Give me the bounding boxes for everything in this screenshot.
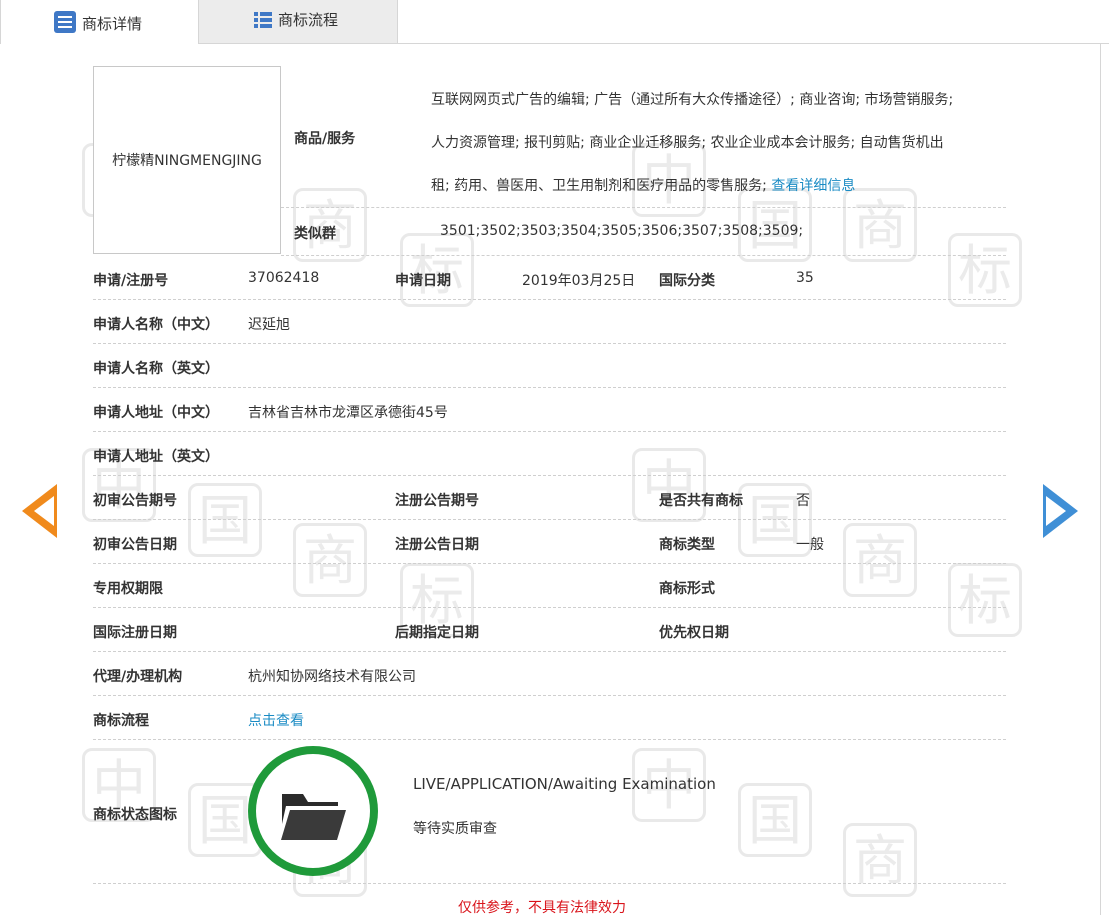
- goods-value: 互联网网页式广告的编辑; 广告（通过所有大众传播途径）; 商业咨询; 市场营销服…: [431, 79, 1011, 208]
- address-cn-value: 吉林省吉林市龙潭区承德街45号: [248, 405, 448, 421]
- status-text-cn: 等待实质审查: [413, 821, 497, 837]
- prev-arrow-icon[interactable]: [22, 484, 57, 538]
- tab-label: 商标详情: [82, 14, 143, 33]
- tm-form-label: 商标形式: [659, 581, 715, 597]
- divider: [93, 519, 1006, 520]
- divider: [93, 883, 1006, 884]
- applicant-en-label: 申请人名称（英文）: [93, 361, 219, 377]
- divider: [93, 607, 1006, 608]
- divider: [93, 431, 1006, 432]
- trademark-image-text: 柠檬精NINGMENGJING: [112, 153, 262, 169]
- tm-type-label: 商标类型: [659, 537, 715, 553]
- reg-pub-date-label: 注册公告日期: [395, 537, 479, 553]
- prelim-no-label: 初审公告期号: [93, 493, 177, 509]
- apply-date-label: 申请日期: [395, 273, 451, 289]
- flow-list-icon: [254, 11, 272, 28]
- applicant-cn-value: 迟延旭: [248, 317, 290, 333]
- trademark-image: 柠檬精NINGMENGJING: [93, 66, 281, 254]
- agent-label: 代理/办理机构: [93, 669, 183, 685]
- intl-class-value: 35: [796, 270, 814, 286]
- divider: [93, 651, 1006, 652]
- list-detail-icon: [54, 11, 76, 33]
- divider: [281, 207, 1006, 208]
- status-folder-icon: [248, 746, 378, 876]
- flow-view-link[interactable]: 点击查看: [248, 710, 304, 730]
- address-cn-label: 申请人地址（中文）: [93, 405, 219, 421]
- intl-reg-date-label: 国际注册日期: [93, 625, 177, 641]
- shared-value: 否: [796, 493, 810, 509]
- similar-group-label: 类似群: [294, 226, 336, 242]
- shared-label: 是否共有商标: [659, 493, 743, 509]
- goods-more-link[interactable]: 查看详细信息: [771, 178, 855, 194]
- divider: [93, 475, 1006, 476]
- goods-line: 租; 药用、兽医用、卫生用制剂和医疗用品的零售服务; 查看详细信息: [431, 165, 1011, 208]
- page-edge: [1100, 43, 1101, 915]
- goods-line: 人力资源管理; 报刊剪贴; 商业企业迁移服务; 农业企业成本会计服务; 自动售货…: [431, 135, 944, 151]
- goods-line: 互联网网页式广告的编辑; 广告（通过所有大众传播途径）; 商业咨询; 市场营销服…: [431, 92, 954, 108]
- address-en-label: 申请人地址（英文）: [93, 449, 219, 465]
- divider: [93, 739, 1006, 740]
- tm-type-value: 一般: [796, 537, 824, 553]
- flow-label: 商标流程: [93, 713, 149, 729]
- intl-class-label: 国际分类: [659, 273, 715, 289]
- tab-trademark-detail[interactable]: 商标详情: [0, 0, 199, 44]
- divider: [281, 255, 1006, 256]
- tab-bar: 商标详情 商标流程: [0, 0, 1109, 44]
- tab-label: 商标流程: [278, 11, 339, 29]
- applicant-cn-label: 申请人名称（中文）: [93, 317, 219, 333]
- open-folder-icon: [278, 794, 350, 842]
- apply-date-value: 2019年03月25日: [522, 273, 636, 289]
- priority-date-label: 优先权日期: [659, 625, 729, 641]
- divider: [93, 695, 1006, 696]
- divider: [93, 387, 1006, 388]
- status-icon-label: 商标状态图标: [93, 807, 177, 823]
- status-icon-inner: [256, 754, 370, 868]
- divider: [93, 343, 1006, 344]
- disclaimer-text: 仅供参考，不具有法律效力: [458, 900, 626, 916]
- goods-line-text: 租; 药用、兽医用、卫生用制剂和医疗用品的零售服务;: [431, 178, 772, 194]
- goods-label: 商品/服务: [294, 131, 356, 147]
- next-arrow-icon[interactable]: [1043, 484, 1078, 538]
- divider: [93, 563, 1006, 564]
- reg-no-label: 申请/注册号: [93, 273, 169, 289]
- exclusive-term-label: 专用权期限: [93, 581, 163, 597]
- reg-pub-no-label: 注册公告期号: [395, 493, 479, 509]
- similar-group-value: 3501;3502;3503;3504;3505;3506;3507;3508;…: [440, 223, 804, 239]
- later-date-label: 后期指定日期: [395, 625, 479, 641]
- reg-no-value: 37062418: [248, 270, 320, 286]
- agent-value: 杭州知协网络技术有限公司: [248, 669, 416, 685]
- status-text-en: LIVE/APPLICATION/Awaiting Examination: [413, 775, 716, 793]
- tab-trademark-flow[interactable]: 商标流程: [199, 0, 398, 43]
- divider: [93, 299, 1006, 300]
- prelim-date-label: 初审公告日期: [93, 537, 177, 553]
